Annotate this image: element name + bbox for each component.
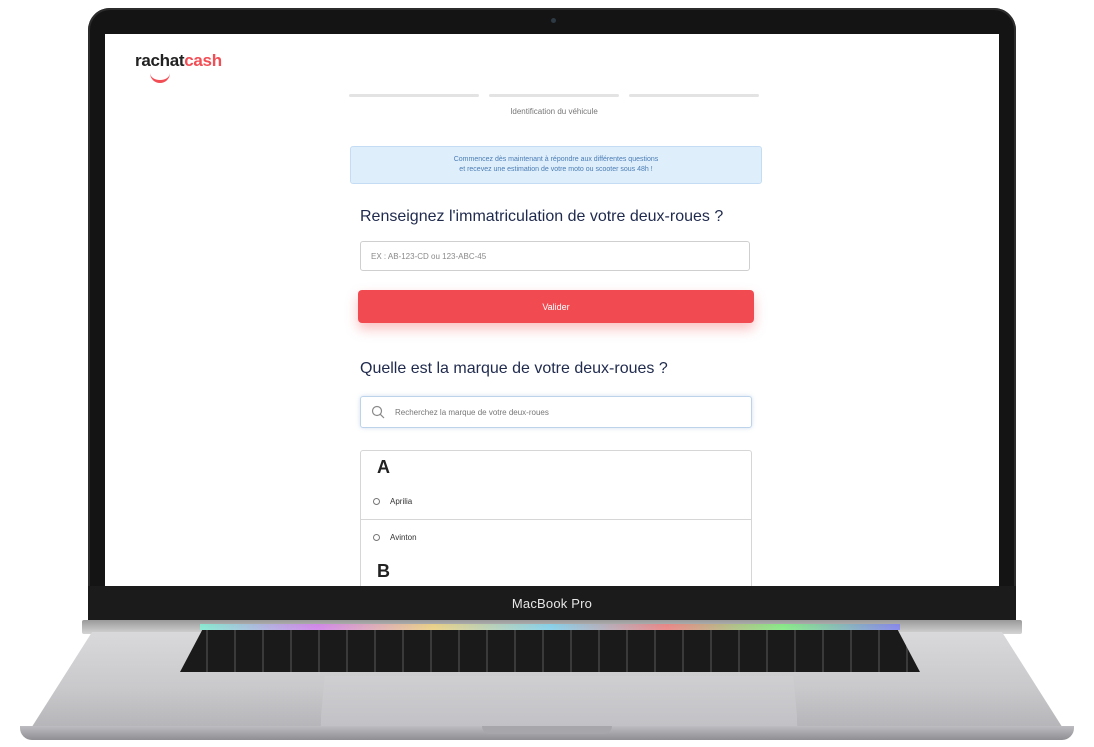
trackpad: [320, 676, 798, 727]
laptop-chin: MacBook Pro: [88, 586, 1016, 622]
logo-smile-icon: [150, 72, 170, 83]
brand-question: Quelle est la marque de votre deux-roues…: [360, 360, 668, 377]
brand-group-letter-a: A: [377, 457, 390, 477]
logo-text-part1: rachat: [135, 51, 185, 70]
brand-option-avinton[interactable]: Avinton: [361, 519, 751, 555]
laptop-notch: [482, 726, 612, 734]
keyboard: [180, 630, 920, 672]
brand-option-label: Aprilia: [390, 496, 413, 506]
camera-icon: [551, 18, 556, 23]
radio-icon[interactable]: [373, 534, 380, 541]
brand-search-input[interactable]: [393, 406, 751, 418]
progress-step-label: Identification du véhicule: [510, 107, 598, 116]
logo-text-part2: cash: [184, 51, 222, 70]
info-banner-line2: et recevez une estimation de votre moto …: [459, 166, 653, 173]
laptop-screen: rachatcash Identification du véhicule Co…: [105, 34, 999, 586]
validate-button[interactable]: Valider: [358, 290, 754, 323]
brand-search[interactable]: [360, 396, 752, 428]
search-icon: [371, 405, 385, 419]
brand-option-aprilia[interactable]: Aprilia: [361, 483, 751, 519]
brand-list: A Aprilia Avinton B: [360, 450, 752, 586]
registration-input[interactable]: [360, 241, 750, 271]
progress-step-3: [629, 94, 759, 97]
info-banner: Commencez dès maintenant à répondre aux …: [350, 146, 762, 184]
registration-question: Renseignez l'immatriculation de votre de…: [360, 208, 724, 225]
radio-icon[interactable]: [373, 497, 380, 505]
progress-step-2: [489, 94, 619, 97]
brand-option-label: Avinton: [390, 533, 417, 542]
device-label: MacBook Pro: [511, 596, 593, 611]
logo[interactable]: rachatcash: [135, 51, 222, 71]
progress-bar: [349, 94, 759, 97]
brand-group-letter-b: B: [377, 561, 390, 581]
progress-step-1: [349, 94, 479, 97]
info-banner-line1: Commencez dès maintenant à répondre aux …: [453, 156, 659, 163]
laptop-lid: rachatcash Identification du véhicule Co…: [88, 8, 1016, 622]
touch-bar: [200, 624, 900, 630]
